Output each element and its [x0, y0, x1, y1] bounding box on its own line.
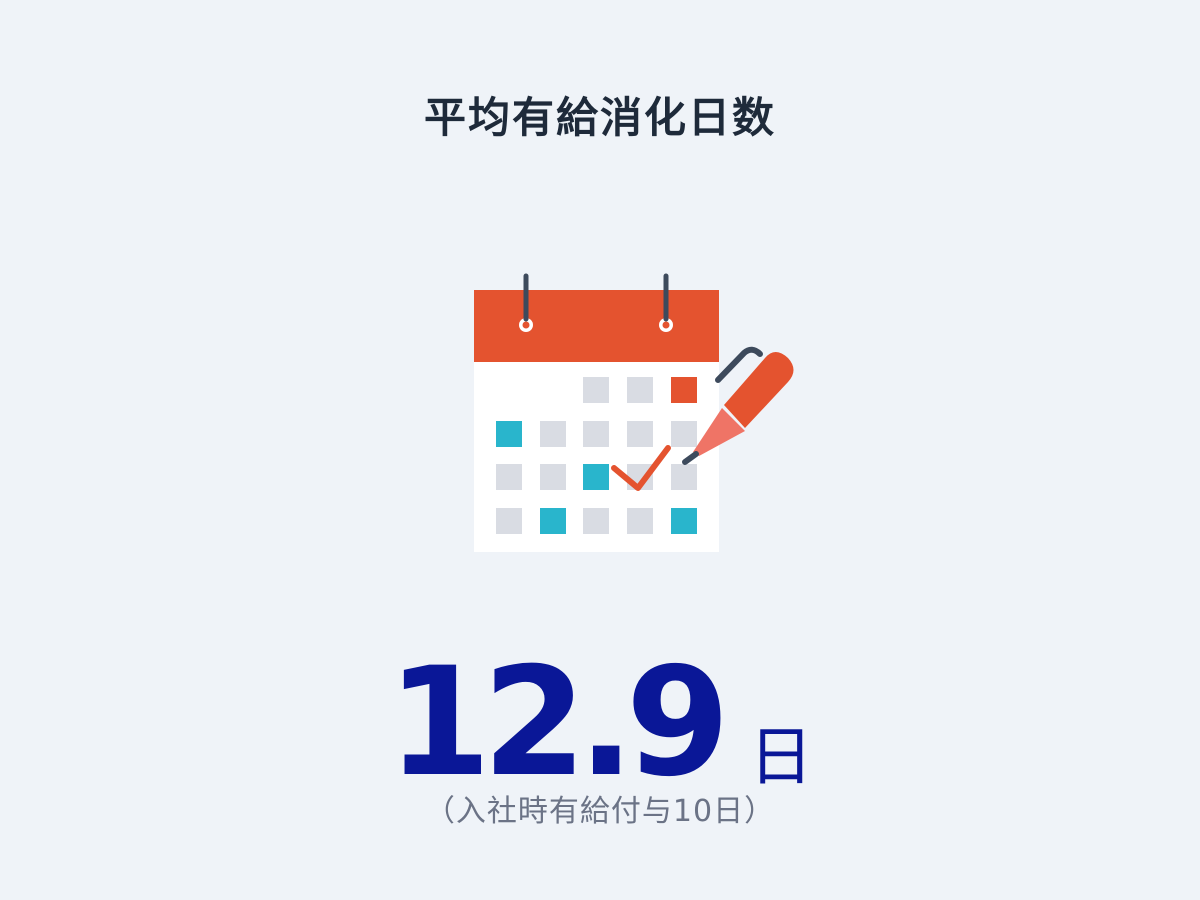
calendar-day-cell: [496, 464, 522, 490]
calendar-day-cell: [583, 377, 609, 403]
calendar-illustration: [460, 262, 810, 562]
calendar-day-cell-highlight: [671, 508, 697, 534]
calendar-day-cell: [540, 464, 566, 490]
calendar-day-cell-highlight: [540, 508, 566, 534]
calendar-day-cell: [583, 508, 609, 534]
calendar-header: [474, 290, 719, 362]
calendar-with-pen-icon: [474, 273, 794, 552]
calendar-day-cell: [627, 377, 653, 403]
calendar-day-cell: [671, 421, 697, 447]
value-note: （入社時有給付与10日）: [424, 794, 776, 829]
calendar-day-cell: [540, 421, 566, 447]
value-unit: 日: [749, 721, 814, 795]
calendar-day-cell: [627, 508, 653, 534]
value-number: 12.9: [386, 636, 730, 810]
value-display: 12.9 日: [0, 628, 1200, 798]
calendar-day-cell: [583, 421, 609, 447]
calendar-day-cell: [627, 421, 653, 447]
page-title: 平均有給消化日数: [423, 93, 776, 142]
calendar-day-cell: [671, 464, 697, 490]
calendar-day-cell: [496, 508, 522, 534]
calendar-day-cell-highlight: [496, 421, 522, 447]
calendar-day-cell-marked: [671, 377, 697, 403]
calendar-day-cell-highlight: [583, 464, 609, 490]
